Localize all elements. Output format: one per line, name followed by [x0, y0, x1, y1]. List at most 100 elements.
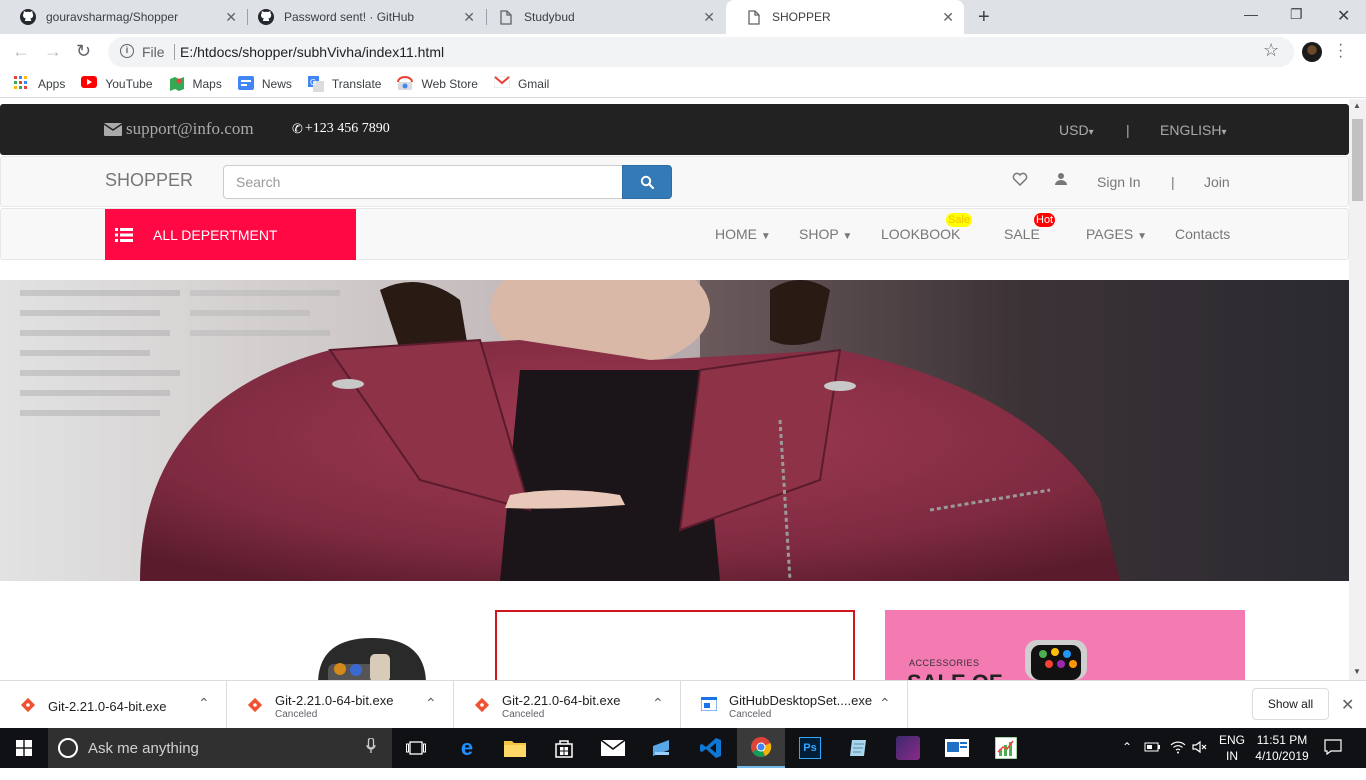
reload-button[interactable]: ↻ — [76, 42, 91, 60]
minimize-button[interactable]: — — [1244, 6, 1258, 22]
nav-home[interactable]: HOME ▼ — [715, 226, 771, 242]
close-icon[interactable]: ✕ — [225, 10, 237, 24]
nav-pages[interactable]: PAGES ▼ — [1086, 226, 1147, 242]
currency-dropdown[interactable]: USD▾ — [1059, 122, 1094, 138]
phone-text: +123 456 7890 — [304, 121, 390, 136]
show-all-button[interactable]: Show all — [1252, 688, 1329, 720]
download-item[interactable]: Git-2.21.0-64-bit.exe ⌃ — [0, 681, 227, 729]
site-header: SHOPPER Sign In | Join — [0, 156, 1349, 207]
network-app[interactable] — [638, 728, 686, 768]
bookmark-gmail[interactable]: Gmail — [493, 75, 549, 92]
avatar[interactable] — [1302, 42, 1322, 62]
user-icon[interactable] — [1055, 172, 1067, 189]
nav-shop[interactable]: SHOP ▼ — [799, 226, 852, 242]
browser-menu-icon[interactable]: · · · — [1338, 37, 1343, 65]
new-tab-button[interactable]: + — [978, 6, 990, 29]
bookmark-star-icon[interactable]: ☆ — [1263, 40, 1279, 61]
department-label: ALL DEPERTMENT — [153, 226, 278, 243]
support-email[interactable]: support@info.com — [104, 119, 254, 139]
back-button[interactable]: ← — [12, 42, 30, 60]
url-text[interactable]: E:/htdocs/shopper/subhVivha/index11.html — [180, 44, 444, 60]
scroll-down-arrow-icon[interactable]: ▼ — [1353, 667, 1361, 676]
bookmark-news[interactable]: News — [237, 75, 292, 92]
nav-label: Contacts — [1175, 226, 1231, 242]
bookmark-webstore[interactable]: Web Store — [397, 75, 478, 92]
sign-in-link[interactable]: Sign In — [1097, 174, 1141, 190]
chrome-app[interactable] — [737, 728, 785, 768]
mail-app[interactable] — [589, 728, 637, 768]
maps-icon — [169, 76, 185, 92]
nav-lookbook[interactable]: LOOKBOOK — [881, 226, 960, 242]
hero-banner-image[interactable] — [0, 280, 1349, 581]
input-language[interactable]: ENG IN — [1219, 732, 1245, 772]
microphone-icon[interactable] — [366, 737, 376, 757]
game-app[interactable] — [884, 728, 932, 768]
nav-contacts[interactable]: Contacts — [1175, 226, 1230, 242]
chevron-up-icon[interactable]: ⌃ — [198, 695, 210, 712]
cortana-search-box[interactable]: Ask me anything — [48, 728, 392, 768]
bookmark-label: Apps — [38, 76, 66, 91]
chevron-up-icon[interactable]: ⌃ — [1122, 740, 1132, 780]
download-item[interactable]: Git-2.21.0-64-bit.exe Canceled ⌃ — [454, 681, 681, 729]
join-link[interactable]: Join — [1204, 174, 1230, 190]
store-app[interactable] — [540, 728, 588, 768]
restore-button[interactable]: ❐ — [1290, 6, 1303, 23]
volume-muted-icon[interactable] — [1192, 740, 1208, 780]
vscode-app[interactable] — [687, 728, 735, 768]
edge-icon: e — [460, 735, 474, 760]
site-brand[interactable]: SHOPPER — [105, 170, 193, 191]
address-bar[interactable]: i File E:/htdocs/shopper/subhVivha/index… — [108, 37, 1294, 67]
download-filename: Git-2.21.0-64-bit.exe — [502, 693, 621, 708]
close-icon[interactable]: ✕ — [463, 10, 475, 24]
promo-card-center[interactable] — [495, 610, 855, 680]
chevron-up-icon[interactable]: ⌃ — [879, 695, 891, 712]
task-view-icon — [406, 741, 426, 755]
notepad-app[interactable] — [835, 728, 883, 768]
heart-icon[interactable] — [1012, 172, 1028, 189]
nav-sale[interactable]: SALE — [1004, 226, 1040, 242]
bookmark-translate[interactable]: G Translate — [307, 75, 381, 92]
promo-card-accessories[interactable]: ACCESSORIES SALE OF — [885, 610, 1245, 680]
file-explorer-app[interactable] — [491, 728, 539, 768]
clock[interactable]: 11:51 PM 4/10/2019 — [1252, 732, 1312, 772]
task-view-button[interactable] — [392, 728, 440, 768]
git-icon — [20, 697, 36, 713]
bookmark-apps[interactable]: Apps — [14, 75, 66, 92]
close-icon[interactable]: ✕ — [703, 10, 715, 24]
language-dropdown[interactable]: ENGLISH▾ — [1160, 122, 1227, 138]
action-center-icon[interactable] — [1324, 739, 1342, 779]
battery-icon[interactable] — [1144, 740, 1162, 780]
scroll-up-arrow-icon[interactable]: ▲ — [1353, 101, 1361, 110]
tab-shopper[interactable]: SHOPPER ✕ — [726, 0, 964, 34]
bookmark-label: YouTube — [105, 76, 153, 91]
chart-app[interactable] — [982, 728, 1030, 768]
search-input[interactable] — [223, 165, 623, 199]
bookmark-label: Maps — [192, 76, 222, 91]
bookmark-youtube[interactable]: YouTube — [81, 75, 153, 92]
presentation-icon — [945, 739, 969, 757]
chevron-up-icon[interactable]: ⌃ — [652, 695, 664, 712]
edge-app[interactable]: e — [443, 728, 491, 768]
forward-button[interactable]: → — [44, 42, 62, 60]
info-icon[interactable]: i — [120, 44, 134, 58]
wifi-icon[interactable] — [1170, 740, 1186, 780]
bookmark-maps[interactable]: Maps — [169, 76, 222, 92]
photoshop-app[interactable]: Ps — [786, 728, 834, 768]
scrollbar-thumb[interactable] — [1352, 119, 1363, 201]
all-department-button[interactable]: ALL DEPERTMENT — [105, 209, 356, 260]
page-scrollbar[interactable]: ▲ ▼ — [1349, 99, 1366, 680]
start-button[interactable] — [0, 728, 48, 768]
close-icon[interactable]: ✕ — [942, 10, 954, 24]
presentation-app[interactable] — [933, 728, 981, 768]
download-item[interactable]: GitHubDesktopSet....exe Canceled ⌃ — [681, 681, 908, 729]
search-button[interactable] — [622, 165, 672, 199]
smartwatch-image[interactable] — [308, 634, 436, 680]
tab-password-sent[interactable]: Password sent! · GitHub ✕ — [238, 0, 485, 34]
close-icon[interactable]: ✕ — [1341, 695, 1354, 715]
tab-studybud[interactable]: Studybud ✕ — [478, 0, 725, 34]
chevron-up-icon[interactable]: ⌃ — [425, 695, 437, 712]
download-item[interactable]: Git-2.21.0-64-bit.exe Canceled ⌃ — [227, 681, 454, 729]
tab-gouravsharmag-shopper[interactable]: gouravsharmag/Shopper ✕ — [0, 0, 247, 34]
support-phone[interactable]: ✆ +123 456 7890 — [292, 121, 390, 137]
window-close-button[interactable]: ✕ — [1337, 6, 1350, 26]
